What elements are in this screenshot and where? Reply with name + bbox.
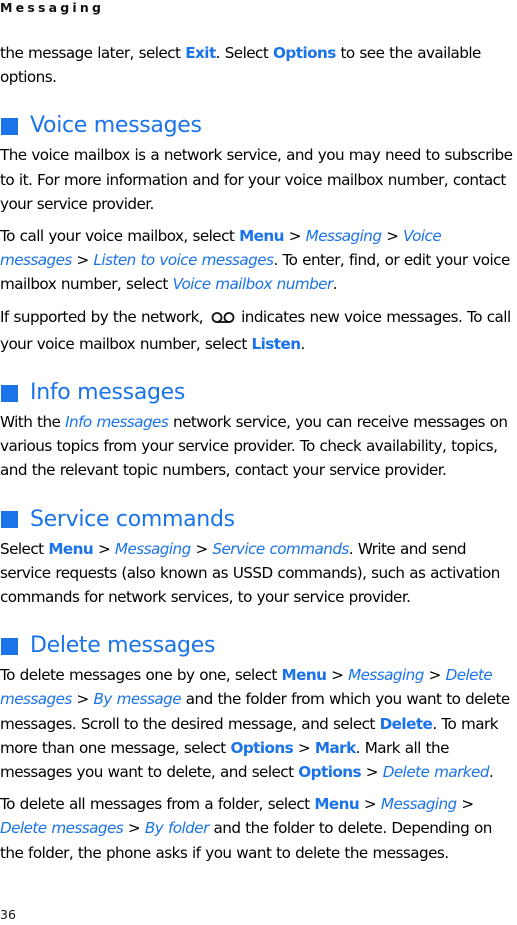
- by-folder-option: By folder: [144, 819, 209, 838]
- delete-paragraph-1: To delete messages one by one, select Me…: [0, 663, 517, 784]
- heading-text: Service commands: [30, 506, 235, 532]
- section-heading-info-messages: Info messages: [0, 378, 517, 408]
- voice-paragraph-2: To call your voice mailbox, select Menu …: [0, 224, 517, 297]
- heading-square-icon: [1, 117, 18, 135]
- service-commands-option: Service commands: [212, 539, 349, 558]
- voice-mailbox-number-option: Voice mailbox number: [172, 275, 334, 294]
- options-command: Options: [273, 44, 336, 62]
- info-paragraph: With the Info messages network service, …: [0, 410, 517, 483]
- text: To delete all messages from a folder, se…: [0, 795, 315, 814]
- options-command: Options: [230, 738, 294, 757]
- text: To delete messages one by one, select: [0, 666, 282, 685]
- text: .: [332, 275, 338, 294]
- messaging-option: Messaging: [380, 795, 457, 814]
- delete-messages-option: Delete messages: [0, 819, 124, 838]
- separator: >: [93, 539, 115, 558]
- running-title: Messaging: [0, 0, 105, 15]
- separator: >: [123, 819, 145, 838]
- listen-command: Listen: [251, 334, 302, 353]
- exit-command: Exit: [185, 44, 216, 62]
- text: .: [488, 763, 494, 782]
- voicemail-icon: [211, 308, 235, 332]
- heading-square-icon: [1, 511, 18, 529]
- separator: >: [456, 795, 474, 814]
- section-heading-delete-messages: Delete messages: [0, 631, 517, 661]
- messaging-option: Messaging: [305, 227, 382, 246]
- separator: >: [71, 690, 94, 709]
- text: To call your voice mailbox, select: [0, 227, 240, 246]
- text: Select: [0, 539, 49, 558]
- separator: >: [360, 763, 383, 782]
- section-heading-service-commands: Service commands: [0, 505, 517, 535]
- page-content: the message later, select Exit. Select O…: [0, 41, 517, 873]
- listen-to-voice-messages-option: Listen to voice messages: [93, 251, 274, 270]
- menu-command: Menu: [281, 666, 327, 685]
- separator: >: [71, 251, 94, 270]
- separator: >: [326, 666, 349, 685]
- messaging-option: Messaging: [348, 666, 424, 685]
- delete-command: Delete: [379, 714, 433, 733]
- menu-command: Menu: [239, 227, 284, 246]
- menu-command: Menu: [48, 539, 94, 558]
- intro-paragraph: the message later, select Exit. Select O…: [0, 41, 517, 89]
- text: .: [300, 334, 306, 353]
- text: the message later, select: [0, 44, 186, 62]
- heading-text: Delete messages: [30, 633, 216, 659]
- heading-square-icon: [1, 637, 18, 655]
- delete-paragraph-2: To delete all messages from a folder, se…: [0, 792, 517, 865]
- separator: >: [190, 539, 213, 558]
- section-heading-voice-messages: Voice messages: [0, 111, 517, 141]
- options-command: Options: [298, 763, 361, 782]
- page-number: 36: [0, 907, 16, 922]
- text: With the: [0, 413, 66, 432]
- separator: >: [423, 666, 446, 685]
- heading-square-icon: [1, 384, 18, 402]
- by-message-option: By message: [93, 690, 182, 709]
- service-paragraph: Select Menu > Messaging > Service comman…: [0, 537, 517, 610]
- delete-marked-option: Delete marked: [382, 763, 490, 782]
- separator: >: [359, 795, 381, 814]
- heading-text: Voice messages: [30, 113, 202, 139]
- messaging-option: Messaging: [114, 539, 191, 558]
- mark-command: Mark: [314, 738, 356, 757]
- menu-command: Menu: [314, 795, 360, 814]
- text: If supported by the network,: [0, 307, 204, 326]
- voice-paragraph-1: The voice mailbox is a network service, …: [0, 146, 513, 213]
- heading-text: Info messages: [30, 380, 186, 406]
- separator: >: [381, 227, 404, 246]
- separator: >: [283, 227, 306, 246]
- info-messages-option: Info messages: [65, 413, 169, 432]
- text: . Select: [215, 44, 274, 62]
- separator: >: [293, 738, 315, 757]
- voice-paragraph-3: If supported by the network, indicates ne…: [0, 305, 517, 356]
